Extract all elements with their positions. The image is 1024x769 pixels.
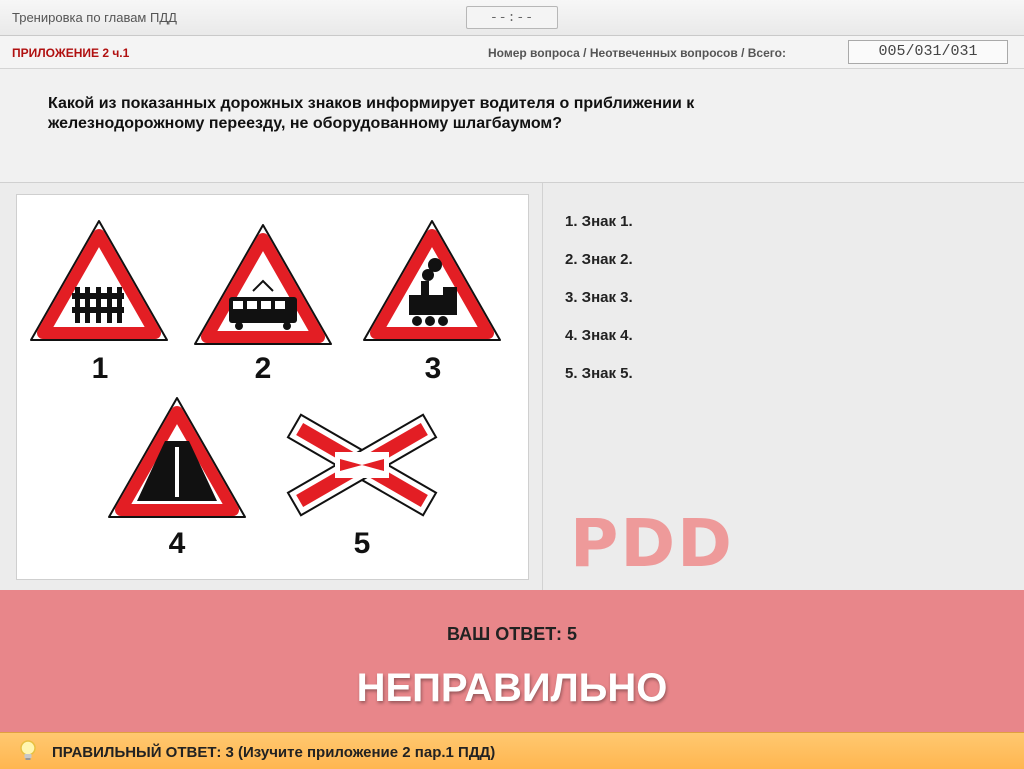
tram-crossing-sign-icon — [194, 224, 332, 345]
correct-answer-bar: ПРАВИЛЬНЫЙ ОТВЕТ: 3 (Изучите приложение … — [0, 732, 1024, 769]
question-area: Какой из показанных дорожных знаков инфо… — [0, 69, 1024, 183]
correct-answer-text: ПРАВИЛЬНЫЙ ОТВЕТ: 3 (Изучите приложение … — [52, 744, 496, 761]
answer-list: 1. Знак 1. 2. Знак 2. 3. Знак 3. 4. Знак… — [565, 213, 633, 403]
verdict-label: НЕПРАВИЛЬНО — [356, 666, 668, 710]
sign-number-4: 4 — [168, 527, 186, 560]
info-bar: ПРИЛОЖЕНИЕ 2 ч.1 Номер вопроса / Неотвеч… — [0, 36, 1024, 69]
result-panel: ВАШ ОТВЕТ: 5 НЕПРАВИЛЬНО — [0, 590, 1024, 732]
road-narrowing-sign-icon — [108, 397, 246, 518]
section-label: ПРИЛОЖЕНИЕ 2 ч.1 — [12, 46, 130, 60]
content-area: 1 2 3 4 5 1. Знак 1. 2. Знак 2. 3. Знак … — [0, 183, 1024, 659]
app-title: Тренировка по главам ПДД — [12, 10, 177, 25]
question-counter-label: Номер вопроса / Неотвеченных вопросов / … — [488, 46, 786, 60]
question-counter: 005/031/031 — [848, 40, 1008, 64]
timer-display: --:-- — [466, 6, 558, 29]
answer-option-5[interactable]: 5. Знак 5. — [565, 365, 633, 403]
answer-option-1[interactable]: 1. Знак 1. — [565, 213, 633, 251]
sign-number-2: 2 — [254, 352, 272, 385]
railway-crossing-with-barrier-sign-icon — [30, 220, 168, 341]
question-image: 1 2 3 4 5 — [16, 194, 529, 580]
divider — [542, 183, 543, 590]
sign-number-3: 3 — [424, 352, 442, 385]
top-bar: Тренировка по главам ПДД --:-- — [0, 0, 1024, 36]
sign-number-5: 5 — [353, 527, 371, 560]
answer-option-2[interactable]: 2. Знак 2. — [565, 251, 633, 289]
sign-number-1: 1 — [91, 352, 109, 385]
answer-option-4[interactable]: 4. Знак 4. — [565, 327, 633, 365]
road-signs-illustration — [30, 220, 501, 518]
your-answer-label: ВАШ ОТВЕТ: 5 — [447, 624, 577, 644]
lightbulb-icon — [18, 739, 38, 768]
question-text: Какой из показанных дорожных знаков инфо… — [48, 95, 695, 132]
answer-option-3[interactable]: 3. Знак 3. — [565, 289, 633, 327]
single-track-railway-cross-sign-icon — [286, 413, 438, 517]
railway-crossing-without-barrier-sign-icon — [363, 220, 501, 341]
